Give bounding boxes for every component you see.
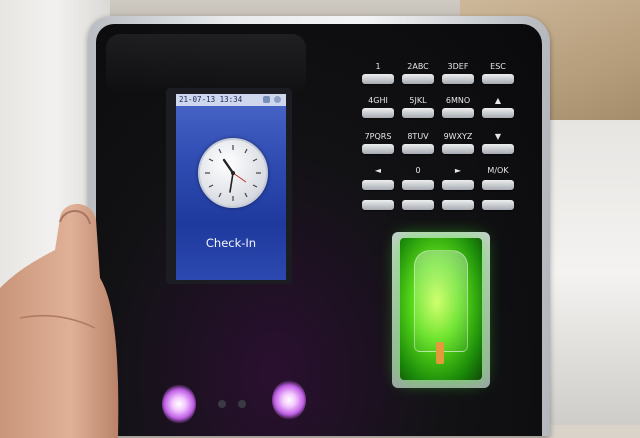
key-label: 1 xyxy=(375,62,381,71)
sensor-clip xyxy=(436,342,444,364)
key-4[interactable] xyxy=(362,108,394,118)
hand xyxy=(0,204,119,438)
key-left[interactable] xyxy=(362,180,394,190)
key-blank[interactable] xyxy=(402,200,434,210)
key-3[interactable] xyxy=(442,74,474,84)
key-7[interactable] xyxy=(362,144,394,154)
key-esc[interactable] xyxy=(482,74,514,84)
key-9[interactable] xyxy=(442,144,474,154)
key-label: 2ABC xyxy=(407,62,429,71)
key-right[interactable] xyxy=(442,180,474,190)
key-label: ► xyxy=(454,166,462,175)
indicator-dot xyxy=(218,400,226,408)
key-menu-ok[interactable] xyxy=(482,180,514,190)
key-8[interactable] xyxy=(402,144,434,154)
key-5[interactable] xyxy=(402,108,434,118)
key-label: 5JKL xyxy=(409,96,427,105)
attendance-terminal: 21-07-13 13:34 Check-In 1 2ABC 3DEF ESC … xyxy=(88,16,550,436)
clock-icon xyxy=(198,138,268,208)
key-down[interactable] xyxy=(482,144,514,154)
fingerprint-prism xyxy=(414,250,468,352)
key-label: 6MNO xyxy=(445,96,471,105)
check-in-message: Check-In xyxy=(205,236,257,250)
keypad: 1 2ABC 3DEF ESC 4GHI 5JKL 6MNO ▲ 7PQRS 8… xyxy=(362,62,532,222)
device-front-panel: 21-07-13 13:34 Check-In 1 2ABC 3DEF ESC … xyxy=(96,24,542,436)
key-label: 7PQRS xyxy=(364,132,392,141)
key-label: ▲ xyxy=(494,96,502,105)
key-blank[interactable] xyxy=(482,200,514,210)
clock-face xyxy=(205,145,261,201)
glowing-button-left[interactable] xyxy=(162,384,196,424)
lcd-screen: 21-07-13 13:34 Check-In xyxy=(176,94,286,280)
key-label: ESC xyxy=(490,62,506,71)
key-2[interactable] xyxy=(402,74,434,84)
key-up[interactable] xyxy=(482,108,514,118)
key-label: M/OK xyxy=(487,166,509,175)
key-6[interactable] xyxy=(442,108,474,118)
key-label: 4GHI xyxy=(368,96,388,105)
key-label: ◄ xyxy=(374,166,382,175)
key-label: 8TUV xyxy=(407,132,429,141)
key-blank[interactable] xyxy=(362,200,394,210)
status-time: 21-07-13 13:34 xyxy=(179,95,243,104)
key-0[interactable] xyxy=(402,180,434,190)
key-label: 3DEF xyxy=(447,62,469,71)
screen-status-bar: 21-07-13 13:34 xyxy=(176,94,286,106)
status-icon xyxy=(274,96,281,103)
status-icon xyxy=(263,96,270,103)
key-blank[interactable] xyxy=(442,200,474,210)
key-label: 9WXYZ xyxy=(443,132,473,141)
glowing-button-right[interactable] xyxy=(272,380,306,420)
key-label: ▼ xyxy=(494,132,502,141)
key-label: 0 xyxy=(415,166,421,175)
indicator-dot xyxy=(238,400,246,408)
key-1[interactable] xyxy=(362,74,394,84)
